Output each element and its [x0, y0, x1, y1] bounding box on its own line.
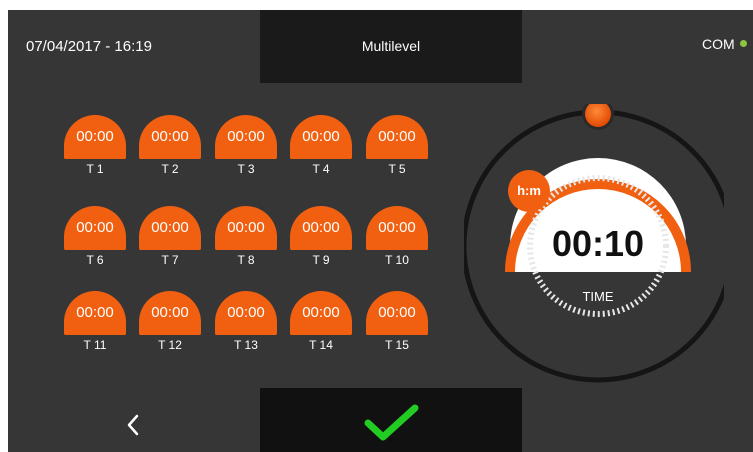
unit-badge: h:m	[508, 170, 550, 212]
timer-label: T 3	[237, 162, 255, 176]
timer-label: T 15	[385, 338, 409, 352]
timer-value: 00:00	[366, 115, 428, 159]
timer-t9[interactable]: 00:00 T 9	[290, 206, 354, 267]
timer-label: T 2	[161, 162, 179, 176]
com-label: COM	[702, 36, 735, 52]
timer-value: 00:00	[215, 115, 277, 159]
timer-t8[interactable]: 00:00 T 8	[215, 206, 279, 267]
timer-value: 00:00	[215, 206, 277, 250]
timer-t14[interactable]: 00:00 T 14	[290, 291, 354, 352]
timer-value: 00:00	[366, 291, 428, 335]
timer-value: 00:00	[290, 115, 352, 159]
timer-value: 00:00	[139, 291, 201, 335]
timer-t13[interactable]: 00:00 T 13	[215, 291, 279, 352]
timer-label: T 6	[86, 253, 104, 267]
com-status-dot	[740, 40, 747, 47]
timer-label: T 1	[86, 162, 104, 176]
timer-label: T 14	[309, 338, 333, 352]
timer-label: T 9	[312, 253, 330, 267]
dial-time-label: TIME	[582, 289, 614, 304]
dial-mask	[508, 272, 688, 342]
timer-value: 00:00	[290, 291, 352, 335]
chevron-left-icon[interactable]	[120, 408, 146, 442]
timer-value: 00:00	[64, 115, 126, 159]
timer-t15[interactable]: 00:00 T 15	[366, 291, 430, 352]
timer-label: T 12	[158, 338, 182, 352]
timer-value: 00:00	[139, 206, 201, 250]
timer-t11[interactable]: 00:00 T 11	[64, 291, 128, 352]
timer-t4[interactable]: 00:00 T 4	[290, 115, 354, 176]
timer-label: T 11	[83, 338, 107, 352]
timer-t2[interactable]: 00:00 T 2	[139, 115, 203, 176]
title-bar: Multilevel	[260, 10, 522, 83]
timer-label: T 7	[161, 253, 179, 267]
timer-t3[interactable]: 00:00 T 3	[215, 115, 279, 176]
timer-t7[interactable]: 00:00 T 7	[139, 206, 203, 267]
timer-value: 00:00	[290, 206, 352, 250]
timer-label: T 4	[312, 162, 330, 176]
timer-value: 00:00	[64, 291, 126, 335]
timer-label: T 10	[385, 253, 409, 267]
checkmark-icon[interactable]	[363, 402, 423, 444]
timer-t5[interactable]: 00:00 T 5	[366, 115, 430, 176]
dial-time-value: 00:10	[551, 223, 645, 264]
timer-t10[interactable]: 00:00 T 10	[366, 206, 430, 267]
timer-label: T 13	[234, 338, 258, 352]
timer-t6[interactable]: 00:00 T 6	[64, 206, 128, 267]
page-title: Multilevel	[361, 38, 421, 54]
datetime-display: 07/04/2017 - 16:19	[26, 38, 152, 55]
timer-t12[interactable]: 00:00 T 12	[139, 291, 203, 352]
timer-t1[interactable]: 00:00 T 1	[64, 115, 128, 176]
timer-value: 00:00	[215, 291, 277, 335]
timer-label: T 8	[237, 253, 255, 267]
timer-value: 00:00	[366, 206, 428, 250]
timer-label: T 5	[388, 162, 406, 176]
timer-value: 00:00	[64, 206, 126, 250]
timer-value: 00:00	[139, 115, 201, 159]
screen: 07/04/2017 - 16:19 Multilevel COM 00:00 …	[8, 10, 753, 452]
